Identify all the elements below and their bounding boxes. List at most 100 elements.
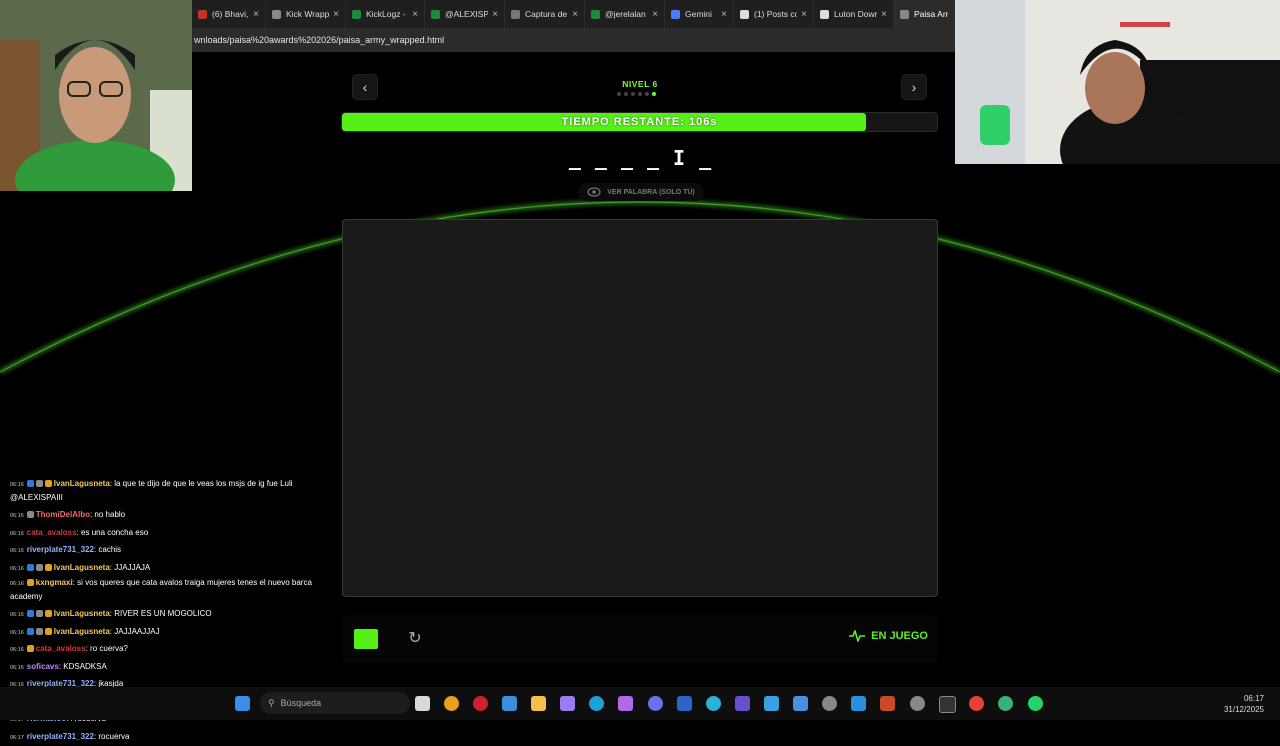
game-status-label: EN JUEGO — [871, 630, 928, 642]
chat-timestamp: 06:16 — [10, 647, 24, 653]
chat-badge-icon — [27, 564, 34, 571]
next-level-button[interactable]: › — [901, 74, 927, 100]
chat-username[interactable]: IvanLagusneta — [54, 479, 110, 488]
pen-icon[interactable] — [560, 696, 575, 711]
eye-icon — [587, 187, 601, 197]
word-slot: _ — [621, 146, 633, 170]
tab-label: Gemini — [685, 9, 717, 19]
app-icon[interactable] — [677, 696, 692, 711]
browser-tab[interactable]: Gemini × — [665, 0, 734, 28]
chat-username[interactable]: soficavs — [27, 662, 59, 671]
refresh-icon[interactable]: ↻ — [406, 629, 424, 649]
address-bar[interactable]: wnloads/paisa%20awards%202026/paisa_army… — [192, 28, 955, 52]
app3-icon[interactable] — [764, 696, 779, 711]
browser-tab[interactable]: Luton Down× — [814, 0, 894, 28]
chat-badge-icon — [27, 610, 34, 617]
clock-date: 31/12/2025 — [1224, 704, 1264, 715]
word-slot: _ — [699, 146, 711, 170]
reveal-word-button[interactable]: VER PALABRA (SOLO TÚ) — [578, 183, 704, 201]
timer-bar: TIEMPO RESTANTE: 106s — [341, 112, 938, 132]
chat-username[interactable]: IvanLagusneta — [54, 609, 110, 618]
close-tab-icon[interactable]: × — [492, 9, 498, 20]
notepad-icon[interactable] — [793, 696, 808, 711]
word-slot: _ — [569, 146, 581, 170]
store-icon[interactable] — [502, 696, 517, 711]
taskbar-search[interactable]: ⚲ Búsqueda — [260, 692, 410, 714]
close-tab-icon[interactable]: × — [721, 9, 727, 20]
cursor-app-icon[interactable] — [706, 696, 721, 711]
tab-favicon-icon — [431, 10, 440, 19]
browser-tab[interactable]: Kick Wrapp× — [266, 0, 346, 28]
close-tab-icon[interactable]: × — [801, 9, 807, 20]
browser-tab[interactable]: @jerelalan× — [585, 0, 665, 28]
word-slots: ____I_ — [540, 146, 740, 170]
browser-tab[interactable]: @ALEXISPA × — [425, 0, 505, 28]
chat-username[interactable]: cata_avaloss — [36, 644, 86, 653]
taskbar: ⚲ Búsqueda 06:17 31/12/2025 — [0, 687, 1280, 720]
discord-icon[interactable] — [648, 696, 663, 711]
close-tab-icon[interactable]: × — [652, 9, 658, 20]
tab-favicon-icon — [198, 10, 207, 19]
chat-username[interactable]: riverplate731_322 — [27, 545, 94, 554]
color-swatch[interactable] — [354, 629, 378, 649]
tab-favicon-icon — [591, 10, 600, 19]
opera-icon[interactable] — [473, 696, 488, 711]
close-tab-icon[interactable]: × — [572, 9, 578, 20]
chat-message: 06:16soficavs: KDSADKSA — [10, 659, 340, 677]
copilot-icon[interactable] — [444, 696, 459, 711]
browser-tab[interactable]: KickLogz - /× — [346, 0, 425, 28]
chat-text: : la que te dijo de que le veas los msjs… — [10, 479, 293, 502]
chat-username[interactable]: kxngmaxi — [36, 578, 73, 587]
browser-tab[interactable]: Paisa Arm — [894, 0, 955, 28]
edge-icon[interactable] — [589, 696, 604, 711]
chat-username[interactable]: IvanLagusneta — [54, 563, 110, 572]
prev-level-button[interactable]: ‹ — [352, 74, 378, 100]
terminal-icon[interactable] — [939, 696, 956, 713]
mail-icon[interactable] — [851, 696, 866, 711]
level-dot — [652, 92, 656, 96]
tab-label: @ALEXISPA — [445, 9, 488, 19]
drawing-canvas[interactable] — [342, 219, 938, 597]
chrome-icon[interactable] — [969, 696, 984, 711]
chat-timestamp: 06:16 — [10, 548, 24, 554]
close-tab-icon[interactable]: × — [412, 9, 418, 20]
folder-icon[interactable] — [531, 696, 546, 711]
chevron-right-icon: › — [912, 79, 917, 95]
winrar-icon[interactable] — [880, 696, 895, 711]
close-tab-icon[interactable]: × — [881, 9, 887, 20]
tab-favicon-icon — [511, 10, 520, 19]
chat-username[interactable]: riverplate731_322 — [27, 732, 94, 741]
chat-message: 06:16cata_avaloss: es una concha eso — [10, 525, 340, 543]
webcam-guest — [0, 0, 192, 191]
level-dot — [645, 92, 649, 96]
system-clock[interactable]: 06:17 31/12/2025 — [1224, 693, 1264, 715]
task-view-icon[interactable] — [415, 696, 430, 711]
chat-message: 06:16riverplate731_322: cachis — [10, 542, 340, 560]
vscode-icon[interactable] — [618, 696, 633, 711]
chat-badge-icon — [36, 564, 43, 571]
chat-timestamp: 06:17 — [10, 735, 24, 741]
browser-tab[interactable]: (6) Bhavi, Se× — [192, 0, 266, 28]
drawing-toolbar: ↻ EN JUEGO — [342, 615, 938, 663]
chat-username[interactable]: ThomiDelAlbo — [36, 510, 90, 519]
chat-text: : no hablo — [90, 510, 125, 519]
windows-start-icon[interactable] — [235, 696, 250, 711]
close-tab-icon[interactable]: × — [253, 9, 259, 20]
reveal-word-label: VER PALABRA (SOLO TÚ) — [607, 189, 695, 196]
word-slot: _ — [647, 146, 659, 170]
chat-message: 06:16IvanLagusneta: la que te dijo de qu… — [10, 478, 340, 504]
settings-icon[interactable] — [910, 696, 925, 711]
chat-badge-icon — [45, 564, 52, 571]
close-tab-icon[interactable]: × — [333, 9, 339, 20]
browser-tab[interactable]: Captura de× — [505, 0, 585, 28]
chat-timestamp: 06:16 — [10, 630, 24, 636]
chat-username[interactable]: cata_avaloss — [27, 528, 77, 537]
app4-icon[interactable] — [998, 696, 1013, 711]
app2-icon[interactable] — [735, 696, 750, 711]
obs-icon[interactable] — [822, 696, 837, 711]
chat-message: 06:17riverplate731_322: rocuerva — [10, 729, 340, 746]
whatsapp-icon[interactable] — [1028, 696, 1043, 711]
clock-time: 06:17 — [1224, 693, 1264, 704]
browser-tab[interactable]: (1) Posts co× — [734, 0, 814, 28]
chat-username[interactable]: IvanLagusneta — [54, 627, 110, 636]
